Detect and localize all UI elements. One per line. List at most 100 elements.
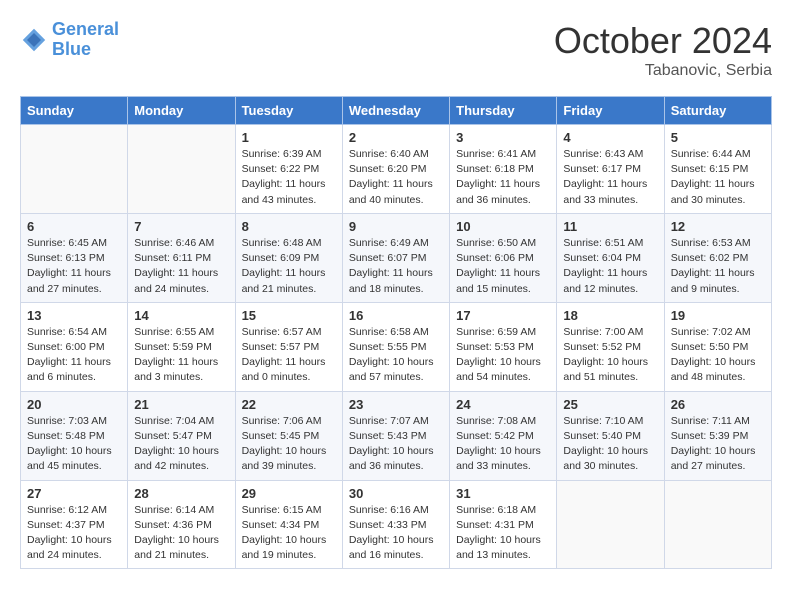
- logo-icon: [20, 26, 48, 54]
- day-info: Sunrise: 7:03 AM Sunset: 5:48 PM Dayligh…: [27, 414, 121, 475]
- day-info: Sunrise: 6:59 AM Sunset: 5:53 PM Dayligh…: [456, 325, 550, 386]
- day-info: Sunrise: 7:06 AM Sunset: 5:45 PM Dayligh…: [242, 414, 336, 475]
- day-number: 8: [242, 219, 336, 234]
- day-info: Sunrise: 6:53 AM Sunset: 6:02 PM Dayligh…: [671, 236, 765, 297]
- calendar-cell: 11 Sunrise: 6:51 AM Sunset: 6:04 PM Dayli…: [557, 213, 664, 302]
- day-info: Sunrise: 6:44 AM Sunset: 6:15 PM Dayligh…: [671, 147, 765, 208]
- weekday-header: Monday: [128, 97, 235, 125]
- day-number: 11: [563, 219, 657, 234]
- calendar-cell: 14 Sunrise: 6:55 AM Sunset: 5:59 PM Dayli…: [128, 302, 235, 391]
- calendar-cell: [21, 125, 128, 214]
- day-number: 16: [349, 308, 443, 323]
- day-info: Sunrise: 6:14 AM Sunset: 4:36 PM Dayligh…: [134, 503, 228, 564]
- calendar-cell: 10Sunrise: 6:50 AM Sunset: 6:06 PM Dayli…: [450, 213, 557, 302]
- day-number: 6: [27, 219, 121, 234]
- calendar-cell: 6 Sunrise: 6:45 AM Sunset: 6:13 PM Daylig…: [21, 213, 128, 302]
- day-number: 3: [456, 130, 550, 145]
- day-info: Sunrise: 6:40 AM Sunset: 6:20 PM Dayligh…: [349, 147, 443, 208]
- day-info: Sunrise: 7:00 AM Sunset: 5:52 PM Dayligh…: [563, 325, 657, 386]
- weekday-header: Tuesday: [235, 97, 342, 125]
- calendar-week-row: 6 Sunrise: 6:45 AM Sunset: 6:13 PM Daylig…: [21, 213, 772, 302]
- calendar-cell: [664, 480, 771, 569]
- calendar-cell: 8 Sunrise: 6:48 AM Sunset: 6:09 PM Daylig…: [235, 213, 342, 302]
- calendar-cell: 28 Sunrise: 6:14 AM Sunset: 4:36 PM Dayli…: [128, 480, 235, 569]
- calendar-cell: 26 Sunrise: 7:11 AM Sunset: 5:39 PM Dayli…: [664, 391, 771, 480]
- day-info: Sunrise: 6:12 AM Sunset: 4:37 PM Dayligh…: [27, 503, 121, 564]
- day-number: 18: [563, 308, 657, 323]
- calendar-cell: 16 Sunrise: 6:58 AM Sunset: 5:55 PM Dayli…: [342, 302, 449, 391]
- calendar-cell: 22 Sunrise: 7:06 AM Sunset: 5:45 PM Dayli…: [235, 391, 342, 480]
- day-number: 22: [242, 397, 336, 412]
- calendar-cell: 19 Sunrise: 7:02 AM Sunset: 5:50 PM Dayli…: [664, 302, 771, 391]
- logo: General Blue: [20, 20, 119, 60]
- weekday-header: Thursday: [450, 97, 557, 125]
- calendar-cell: 9 Sunrise: 6:49 AM Sunset: 6:07 PM Daylig…: [342, 213, 449, 302]
- calendar-week-row: 13 Sunrise: 6:54 AM Sunset: 6:00 PM Dayli…: [21, 302, 772, 391]
- day-info: Sunrise: 6:16 AM Sunset: 4:33 PM Dayligh…: [349, 503, 443, 564]
- day-number: 5: [671, 130, 765, 145]
- day-info: Sunrise: 7:08 AM Sunset: 5:42 PM Dayligh…: [456, 414, 550, 475]
- day-number: 19: [671, 308, 765, 323]
- day-number: 30: [349, 486, 443, 501]
- day-number: 7: [134, 219, 228, 234]
- day-info: Sunrise: 7:11 AM Sunset: 5:39 PM Dayligh…: [671, 414, 765, 475]
- calendar-cell: [128, 125, 235, 214]
- calendar-cell: 15Sunrise: 6:57 AM Sunset: 5:57 PM Dayli…: [235, 302, 342, 391]
- location-subtitle: Tabanovic, Serbia: [554, 62, 772, 80]
- weekday-header-row: SundayMondayTuesdayWednesdayThursdayFrid…: [21, 97, 772, 125]
- calendar-cell: 29Sunrise: 6:15 AM Sunset: 4:34 PM Dayli…: [235, 480, 342, 569]
- day-number: 24: [456, 397, 550, 412]
- day-number: 10: [456, 219, 550, 234]
- calendar-cell: 30 Sunrise: 6:16 AM Sunset: 4:33 PM Dayli…: [342, 480, 449, 569]
- day-number: 26: [671, 397, 765, 412]
- calendar-cell: 31 Sunrise: 6:18 AM Sunset: 4:31 PM Dayli…: [450, 480, 557, 569]
- calendar-week-row: 27Sunrise: 6:12 AM Sunset: 4:37 PM Dayli…: [21, 480, 772, 569]
- day-info: Sunrise: 6:55 AM Sunset: 5:59 PM Dayligh…: [134, 325, 228, 386]
- day-number: 12: [671, 219, 765, 234]
- calendar-cell: 23 Sunrise: 7:07 AM Sunset: 5:43 PM Dayli…: [342, 391, 449, 480]
- day-info: Sunrise: 6:39 AM Sunset: 6:22 PM Dayligh…: [242, 147, 336, 208]
- day-info: Sunrise: 7:07 AM Sunset: 5:43 PM Dayligh…: [349, 414, 443, 475]
- logo-blue: Blue: [52, 40, 119, 60]
- logo-general: General: [52, 19, 119, 39]
- day-info: Sunrise: 7:02 AM Sunset: 5:50 PM Dayligh…: [671, 325, 765, 386]
- calendar-cell: 12 Sunrise: 6:53 AM Sunset: 6:02 PM Dayli…: [664, 213, 771, 302]
- day-info: Sunrise: 6:58 AM Sunset: 5:55 PM Dayligh…: [349, 325, 443, 386]
- day-number: 17: [456, 308, 550, 323]
- calendar-cell: 13 Sunrise: 6:54 AM Sunset: 6:00 PM Dayli…: [21, 302, 128, 391]
- calendar-cell: 2Sunrise: 6:40 AM Sunset: 6:20 PM Daylig…: [342, 125, 449, 214]
- day-info: Sunrise: 6:18 AM Sunset: 4:31 PM Dayligh…: [456, 503, 550, 564]
- day-number: 31: [456, 486, 550, 501]
- calendar-cell: 4Sunrise: 6:43 AM Sunset: 6:17 PM Daylig…: [557, 125, 664, 214]
- calendar-cell: 1 Sunrise: 6:39 AM Sunset: 6:22 PM Daylig…: [235, 125, 342, 214]
- calendar-cell: 20 Sunrise: 7:03 AM Sunset: 5:48 PM Dayli…: [21, 391, 128, 480]
- calendar-week-row: 1 Sunrise: 6:39 AM Sunset: 6:22 PM Daylig…: [21, 125, 772, 214]
- day-number: 9: [349, 219, 443, 234]
- day-number: 13: [27, 308, 121, 323]
- calendar-cell: 3Sunrise: 6:41 AM Sunset: 6:18 PM Daylig…: [450, 125, 557, 214]
- day-number: 15: [242, 308, 336, 323]
- day-info: Sunrise: 7:04 AM Sunset: 5:47 PM Dayligh…: [134, 414, 228, 475]
- weekday-header: Saturday: [664, 97, 771, 125]
- day-number: 23: [349, 397, 443, 412]
- day-info: Sunrise: 6:49 AM Sunset: 6:07 PM Dayligh…: [349, 236, 443, 297]
- month-title: October 2024: [554, 20, 772, 62]
- calendar-cell: 5 Sunrise: 6:44 AM Sunset: 6:15 PM Daylig…: [664, 125, 771, 214]
- day-info: Sunrise: 6:45 AM Sunset: 6:13 PM Dayligh…: [27, 236, 121, 297]
- weekday-header: Sunday: [21, 97, 128, 125]
- day-number: 20: [27, 397, 121, 412]
- day-info: Sunrise: 6:51 AM Sunset: 6:04 PM Dayligh…: [563, 236, 657, 297]
- weekday-header: Friday: [557, 97, 664, 125]
- logo-text: General Blue: [52, 20, 119, 60]
- calendar-table: SundayMondayTuesdayWednesdayThursdayFrid…: [20, 96, 772, 569]
- day-number: 21: [134, 397, 228, 412]
- calendar-cell: 27Sunrise: 6:12 AM Sunset: 4:37 PM Dayli…: [21, 480, 128, 569]
- day-info: Sunrise: 6:54 AM Sunset: 6:00 PM Dayligh…: [27, 325, 121, 386]
- day-number: 28: [134, 486, 228, 501]
- day-number: 29: [242, 486, 336, 501]
- day-number: 1: [242, 130, 336, 145]
- day-info: Sunrise: 6:48 AM Sunset: 6:09 PM Dayligh…: [242, 236, 336, 297]
- calendar-cell: 21 Sunrise: 7:04 AM Sunset: 5:47 PM Dayli…: [128, 391, 235, 480]
- weekday-header: Wednesday: [342, 97, 449, 125]
- day-number: 14: [134, 308, 228, 323]
